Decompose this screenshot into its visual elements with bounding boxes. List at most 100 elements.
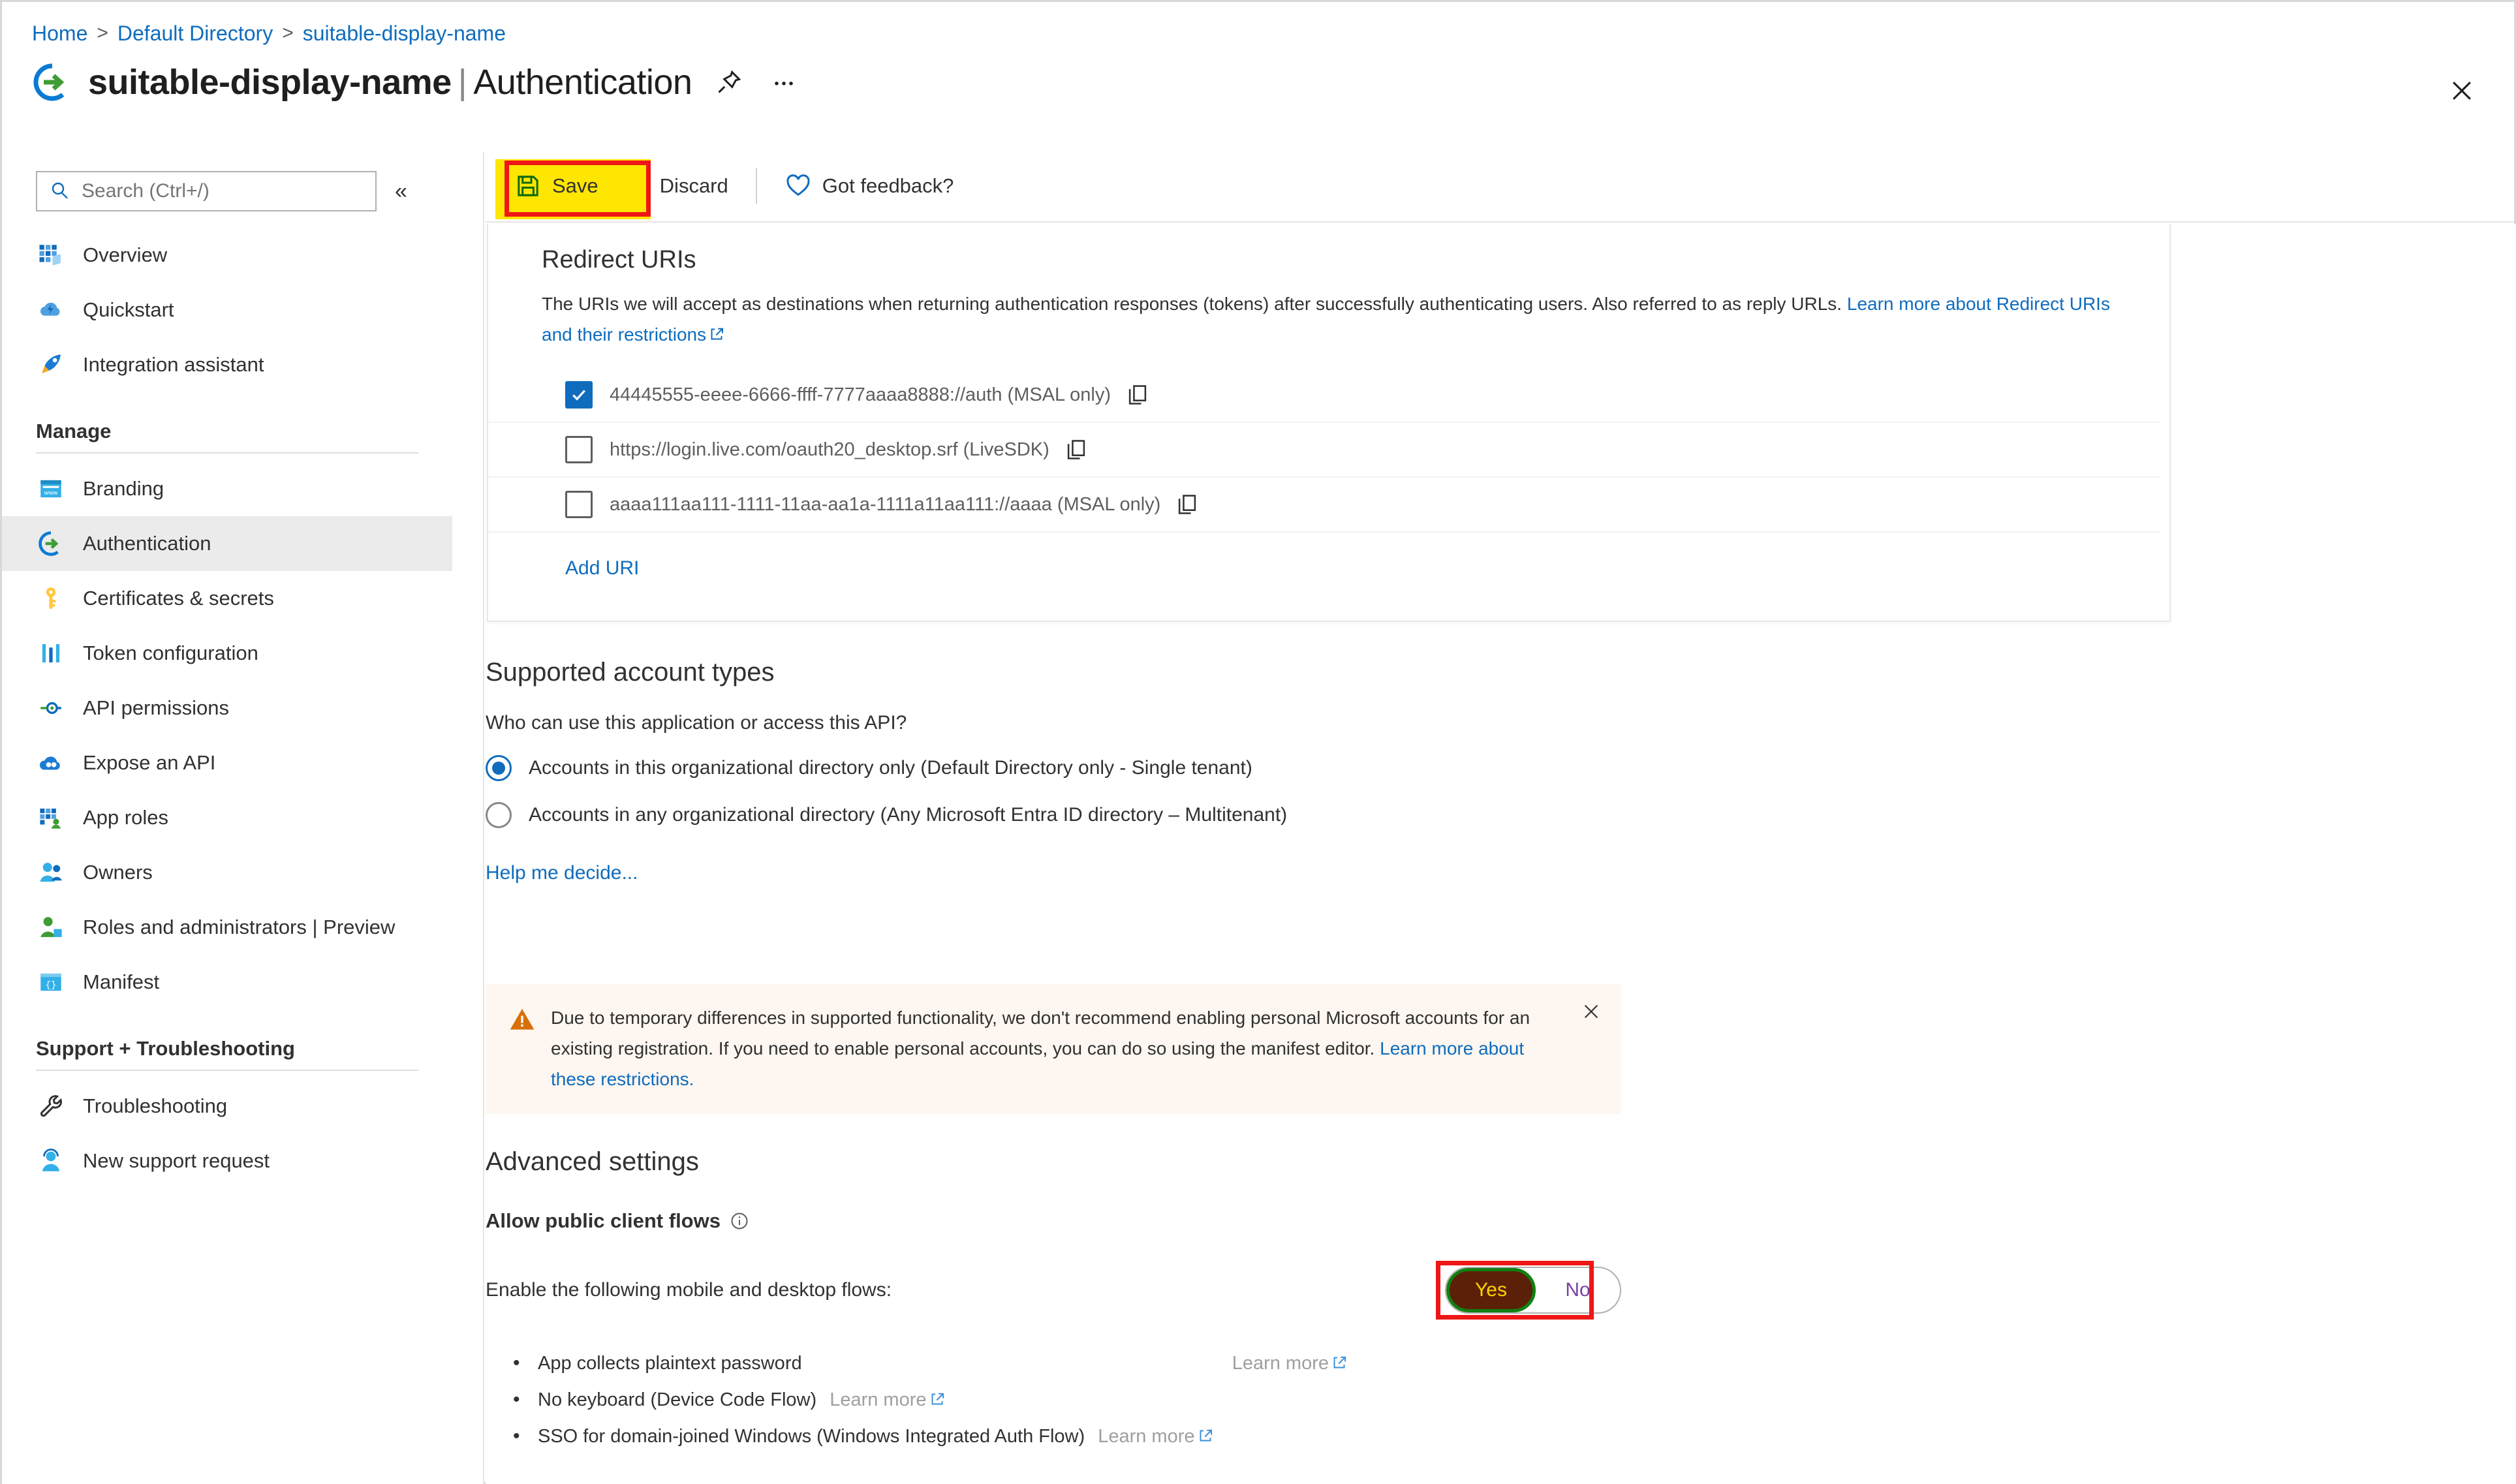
bullet-text: No keyboard (Device Code Flow)	[538, 1389, 817, 1410]
svg-text:{}: {}	[46, 980, 57, 991]
save-button[interactable]: Save	[503, 163, 610, 209]
radio-button[interactable]	[486, 802, 512, 828]
breadcrumb-item-app[interactable]: suitable-display-name	[303, 20, 506, 46]
manifest-icon: {}	[36, 967, 66, 997]
pin-icon[interactable]	[711, 65, 747, 100]
sidebar-item-label: App roles	[83, 806, 168, 829]
external-link-icon	[1331, 1346, 1347, 1368]
public-client-flows-no-toggle[interactable]: No	[1536, 1268, 1620, 1312]
advanced-settings-section: Advanced settings Allow public client fl…	[486, 1147, 2182, 1465]
sidebar-item-label: Token configuration	[83, 642, 258, 664]
sidebar-item-label: Troubleshooting	[83, 1094, 228, 1117]
external-link-icon	[1198, 1419, 1213, 1442]
sidebar-item-quickstart[interactable]: Quickstart	[2, 283, 452, 337]
page-header: suitable-display-name | Authentication	[32, 53, 801, 112]
sidebar-item-label: Owners	[83, 861, 153, 884]
public-client-flows-yes-toggle[interactable]: Yes	[1446, 1268, 1536, 1312]
copy-icon[interactable]	[1175, 492, 1200, 517]
warning-triangle-icon	[508, 1005, 536, 1034]
bullet-text: App collects plaintext password	[538, 1353, 802, 1374]
save-button-label: Save	[552, 174, 598, 197]
app-roles-icon	[36, 803, 66, 833]
page-title-section: Authentication	[473, 63, 692, 102]
roles-admins-icon	[36, 912, 66, 942]
breadcrumb-item-home[interactable]: Home	[32, 20, 87, 46]
sidebar-item-manifest[interactable]: {} Manifest	[2, 955, 452, 1010]
ellipsis-icon[interactable]	[766, 65, 801, 100]
search-input-wrapper[interactable]	[36, 171, 377, 211]
learn-more-label[interactable]: Learn more	[830, 1389, 926, 1410]
supported-account-types-question: Who can use this application or access t…	[486, 712, 907, 734]
expose-api-icon	[36, 748, 66, 778]
public-client-flows-toggle[interactable]: Yes No	[1445, 1267, 1621, 1314]
sidebar-item-troubleshooting[interactable]: Troubleshooting	[2, 1079, 452, 1134]
enable-flows-label: Enable the following mobile and desktop …	[486, 1279, 892, 1301]
key-icon	[36, 583, 66, 613]
support-icon	[36, 1146, 66, 1176]
api-permissions-icon	[36, 693, 66, 723]
breadcrumb-separator: >	[97, 22, 108, 44]
redirect-uris-title: Redirect URIs	[542, 246, 696, 273]
sidebar-item-authentication[interactable]: Authentication	[2, 516, 452, 571]
account-type-option-single-tenant[interactable]: Accounts in this organizational director…	[486, 755, 2182, 781]
redirect-uris-description-text: The URIs we will accept as destinations …	[542, 294, 1842, 314]
sidebar-item-label: New support request	[83, 1149, 270, 1172]
redirect-uri-row: 44445555-eeee-6666-ffff-7777aaaa8888://a…	[488, 368, 2160, 423]
redirect-uri-row: https://login.live.com/oauth20_desktop.s…	[488, 423, 2160, 478]
account-type-option-multitenant[interactable]: Accounts in any organizational directory…	[486, 802, 2182, 828]
heart-icon	[784, 172, 812, 200]
learn-more-label[interactable]: Learn more	[1098, 1426, 1194, 1447]
allow-public-client-flows-text: Allow public client flows	[486, 1209, 721, 1232]
warning-close-icon[interactable]	[1578, 998, 1604, 1025]
redirect-uri-value: https://login.live.com/oauth20_desktop.s…	[610, 439, 1049, 460]
help-me-decide-link[interactable]: Help me decide...	[486, 862, 638, 884]
sidebar-item-branding[interactable]: www Branding	[2, 461, 452, 516]
sidebar-item-label: Expose an API	[83, 751, 216, 774]
page-title-divider: |	[458, 63, 467, 102]
redirect-uri-value: aaaa111aa111-1111-11aa-aa1a-1111a11aa111…	[610, 493, 1161, 515]
got-feedback-button[interactable]: Got feedback?	[773, 163, 966, 209]
redirect-uri-checkbox[interactable]	[565, 491, 593, 518]
radio-button[interactable]	[486, 755, 512, 781]
sidebar-item-roles-and-administrators[interactable]: Roles and administrators | Preview	[2, 900, 452, 955]
sidebar-item-label: Manifest	[83, 970, 160, 993]
bullet-learn-more[interactable]: Learn more	[1224, 1345, 1347, 1382]
close-blade-button[interactable]	[2444, 72, 2480, 109]
sidebar-group-divider	[36, 1070, 418, 1071]
sidebar-item-expose-an-api[interactable]: Expose an API	[2, 735, 452, 790]
sidebar-collapse-button[interactable]: «	[395, 180, 407, 202]
supported-account-types-title: Supported account types	[486, 658, 775, 687]
copy-icon[interactable]	[1125, 382, 1150, 407]
add-uri-link[interactable]: Add URI	[488, 533, 639, 580]
sidebar-item-token-configuration[interactable]: Token configuration	[2, 626, 452, 681]
redirect-uris-list: 44445555-eeee-6666-ffff-7777aaaa8888://a…	[488, 368, 2169, 533]
page-title-app: suitable-display-name	[88, 63, 452, 102]
redirect-uris-card: Redirect URIs The URIs we will accept as…	[487, 224, 2171, 622]
authentication-app-icon	[32, 62, 72, 102]
list-item: No keyboard (Device Code Flow) Learn mor…	[513, 1382, 2182, 1418]
sidebar-item-label: Certificates & secrets	[83, 587, 274, 610]
account-type-label: Accounts in this organizational director…	[529, 757, 1252, 779]
azure-portal-blade: Home > Default Directory > suitable-disp…	[0, 0, 2516, 1484]
sidebar-item-owners[interactable]: Owners	[2, 845, 452, 900]
breadcrumb-item-directory[interactable]: Default Directory	[117, 20, 273, 46]
redirect-uri-checkbox[interactable]	[565, 436, 593, 463]
warning-banner: Due to temporary differences in supporte…	[486, 984, 1621, 1114]
sidebar-item-app-roles[interactable]: App roles	[2, 790, 452, 845]
wrench-icon	[36, 1091, 66, 1121]
info-icon[interactable]	[730, 1211, 749, 1231]
copy-icon[interactable]	[1064, 437, 1089, 462]
public-client-flows-row: Enable the following mobile and desktop …	[486, 1259, 1621, 1322]
page-title: suitable-display-name | Authentication	[88, 62, 692, 102]
sidebar-item-integration-assistant[interactable]: Integration assistant	[2, 337, 452, 392]
sidebar-item-overview[interactable]: Overview	[2, 228, 452, 283]
sidebar-item-new-support-request[interactable]: New support request	[2, 1134, 452, 1188]
got-feedback-label: Got feedback?	[822, 174, 954, 197]
branding-icon: www	[36, 474, 66, 504]
sidebar-item-certificates-secrets[interactable]: Certificates & secrets	[2, 571, 452, 626]
search-input[interactable]	[80, 179, 364, 203]
list-item: SSO for domain-joined Windows (Windows I…	[513, 1418, 2182, 1455]
rocket-icon	[36, 350, 66, 380]
sidebar-item-api-permissions[interactable]: API permissions	[2, 681, 452, 735]
redirect-uri-checkbox[interactable]	[565, 381, 593, 409]
